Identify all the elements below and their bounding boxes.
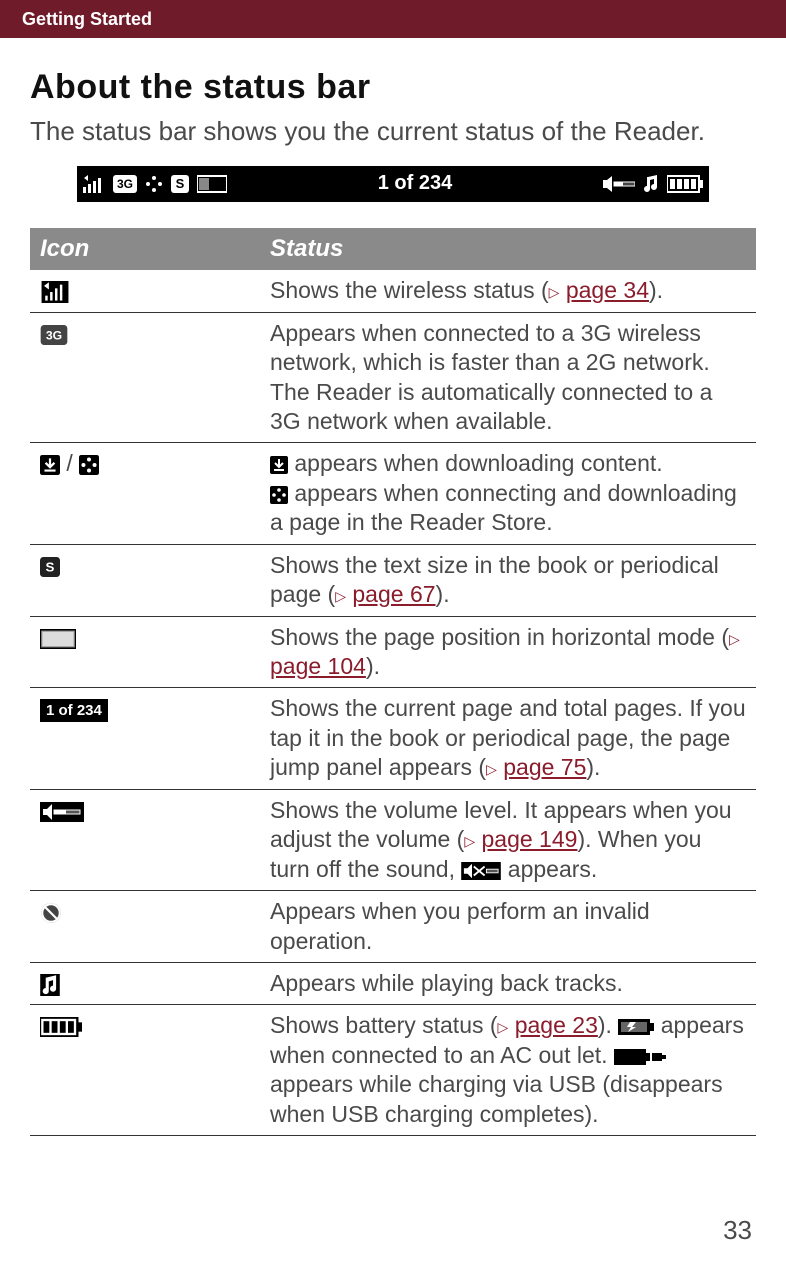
page-position-icon bbox=[40, 629, 76, 649]
page-position-icon bbox=[197, 174, 227, 194]
activity-icon bbox=[270, 486, 288, 504]
header-bar: Getting Started bbox=[0, 0, 786, 38]
music-icon bbox=[643, 174, 659, 194]
cell-text: Appears when connected to a 3G wireless … bbox=[260, 312, 756, 443]
table-row: Shows battery status (▷ page 23). appear… bbox=[30, 1005, 756, 1136]
cell-text: ). bbox=[586, 754, 600, 780]
page-link[interactable]: page 149 bbox=[482, 826, 578, 852]
activity-icon bbox=[79, 455, 99, 475]
battery-ac-icon bbox=[618, 1019, 654, 1035]
text-size-icon: S bbox=[40, 557, 60, 577]
cell-text: appears when downloading content. bbox=[288, 450, 663, 476]
link-marker-icon: ▷ bbox=[464, 833, 475, 849]
page-number: 33 bbox=[723, 1215, 752, 1246]
link-marker-icon: ▷ bbox=[729, 631, 740, 647]
svg-text:S: S bbox=[46, 559, 55, 574]
threeg-icon: 3G bbox=[113, 174, 137, 194]
cell-text: ). bbox=[436, 581, 450, 607]
text-size-icon: S bbox=[171, 174, 189, 194]
download-icon bbox=[270, 456, 288, 474]
signal-icon bbox=[40, 281, 70, 303]
intro-text: The status bar shows you the current sta… bbox=[30, 115, 756, 148]
threeg-icon: 3G bbox=[40, 325, 68, 345]
page-link[interactable]: page 23 bbox=[515, 1012, 598, 1038]
svg-text:3G: 3G bbox=[117, 177, 133, 191]
music-icon bbox=[40, 974, 60, 996]
link-marker-icon: ▷ bbox=[335, 588, 346, 604]
cell-text: ). bbox=[598, 1012, 618, 1038]
battery-usb-icon bbox=[614, 1049, 666, 1065]
volume-icon bbox=[603, 174, 635, 194]
cell-text: ). bbox=[649, 277, 663, 303]
page-title: About the status bar bbox=[30, 68, 756, 107]
table-row: 1 of 234 Shows the current page and tota… bbox=[30, 688, 756, 789]
table-row: S Shows the text size in the book or per… bbox=[30, 544, 756, 616]
download-icon bbox=[40, 455, 60, 475]
cell-text: Appears when you perform an invalid oper… bbox=[260, 891, 756, 963]
breadcrumb: Getting Started bbox=[0, 0, 174, 38]
svg-text:S: S bbox=[176, 176, 185, 191]
link-marker-icon: ▷ bbox=[549, 284, 560, 300]
cell-text: Shows the wireless status ( bbox=[270, 277, 549, 303]
column-header-status: Status bbox=[260, 228, 756, 271]
cell-text: Appears while playing back tracks. bbox=[260, 962, 756, 1004]
link-marker-icon: ▷ bbox=[498, 1019, 509, 1035]
volume-icon bbox=[40, 802, 84, 822]
table-row: Appears while playing back tracks. bbox=[30, 962, 756, 1004]
cell-text: ). bbox=[366, 653, 380, 679]
page-count-icon: 1 of 234 bbox=[40, 699, 108, 722]
page-link[interactable]: page 34 bbox=[566, 277, 649, 303]
status-table: Icon Status Shows the wireless status (▷… bbox=[30, 228, 756, 1137]
mute-icon bbox=[461, 862, 501, 880]
table-row: Appears when you perform an invalid oper… bbox=[30, 891, 756, 963]
page-link[interactable]: page 67 bbox=[352, 581, 435, 607]
table-row: Shows the page position in horizontal mo… bbox=[30, 616, 756, 688]
table-row: Shows the wireless status (▷ page 34). bbox=[30, 270, 756, 312]
battery-icon bbox=[40, 1017, 82, 1037]
cell-text: Shows battery status ( bbox=[270, 1012, 498, 1038]
signal-icon bbox=[83, 174, 105, 194]
cell-text: Shows the page position in horizontal mo… bbox=[270, 624, 729, 650]
svg-text:3G: 3G bbox=[46, 328, 62, 342]
cell-text: appears. bbox=[501, 856, 597, 882]
table-row: / appears when downloading content. appe… bbox=[30, 443, 756, 544]
column-header-icon: Icon bbox=[30, 228, 260, 271]
page-indicator: 1 of 234 bbox=[227, 172, 603, 195]
link-marker-icon: ▷ bbox=[486, 761, 497, 777]
invalid-icon bbox=[40, 902, 62, 924]
activity-icon bbox=[145, 174, 163, 194]
page-link[interactable]: page 104 bbox=[270, 653, 366, 679]
status-bar-sample: 3G S 1 of 234 bbox=[30, 166, 756, 202]
icon-separator: / bbox=[60, 450, 79, 476]
cell-text: appears while charging via USB (disappea… bbox=[270, 1071, 723, 1126]
cell-text: appears when connecting and downloading … bbox=[270, 480, 737, 535]
page-link[interactable]: page 75 bbox=[503, 754, 586, 780]
battery-icon bbox=[667, 174, 703, 194]
table-row: 3G Appears when connected to a 3G wirele… bbox=[30, 312, 756, 443]
table-row: Shows the volume level. It appears when … bbox=[30, 789, 756, 890]
